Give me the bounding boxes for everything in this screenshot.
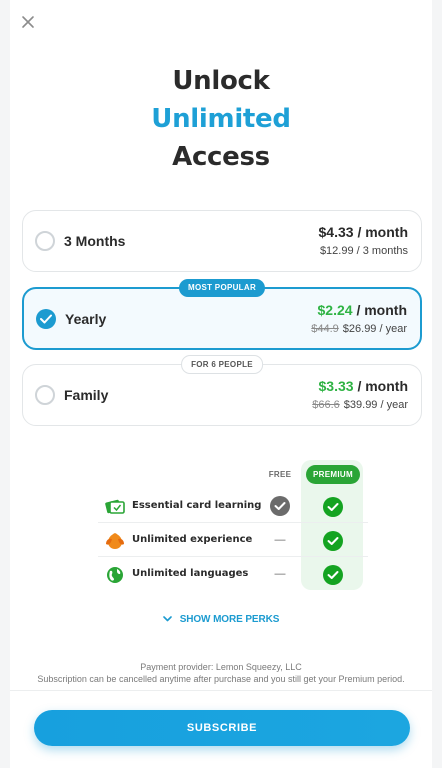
cancellation-note: Subscription can be cancelled anytime af… — [37, 674, 405, 684]
plan-billing: $44.9 $26.99 / year — [311, 322, 407, 336]
close-icon[interactable] — [20, 14, 36, 30]
premium-column-header: PREMIUM — [306, 465, 360, 484]
footer-text: Payment provider: Lemon Squeezy, LLC Sub… — [10, 661, 432, 685]
billing-price: $26.99 / year — [342, 323, 407, 335]
show-more-label: SHOW MORE PERKS — [179, 614, 280, 626]
radio-button[interactable] — [35, 385, 55, 405]
perk-label: Essential card learning — [132, 500, 262, 511]
perks-table: FREE PREMIUM Essential card learning Unl… — [98, 460, 368, 592]
dash: — — [274, 534, 286, 546]
price-period: / month — [352, 302, 407, 318]
leaf-icon — [104, 531, 126, 551]
cards-icon — [104, 497, 126, 517]
premium-check-icon — [323, 531, 343, 551]
plan-billing: $66.6 $39.99 / year — [312, 398, 408, 412]
check-icon — [40, 314, 52, 323]
price-value: $4.33 — [318, 224, 354, 240]
plan-name: 3 Months — [64, 233, 126, 249]
radio-button[interactable] — [35, 231, 55, 251]
title-accent: Unlimited — [151, 104, 291, 134]
chevron-down-icon — [162, 614, 172, 625]
plan-price: $2.24 / month — [318, 301, 407, 319]
price-period: / month — [353, 378, 408, 394]
title-line-1: Unlock — [172, 66, 270, 96]
billing-price: $39.99 / year — [343, 399, 408, 411]
most-popular-badge: MOST POPULAR — [178, 279, 266, 297]
radio-button-checked[interactable] — [36, 308, 56, 329]
free-unavailable: — — [270, 564, 290, 584]
plan-option-family[interactable]: FOR 6 PEOPLE Family $3.33 / month $66.6 $… — [22, 355, 422, 426]
perk-row: Essential card learning — [98, 490, 368, 523]
perk-row: Unlimited experience — — [98, 524, 368, 557]
plan-name: Yearly — [65, 310, 107, 327]
plan-billing: $12.99 / 3 months — [319, 245, 408, 257]
page-title: Unlock Unlimited Access — [10, 62, 432, 176]
show-more-perks-button[interactable]: SHOW MORE PERKS — [10, 614, 432, 625]
perk-label: Unlimited languages — [132, 568, 249, 579]
subscribe-button[interactable]: SUBSCRIBE — [34, 710, 410, 746]
dash: — — [274, 568, 286, 580]
free-check-icon — [270, 496, 290, 516]
perk-row: Unlimited languages — — [98, 558, 368, 591]
old-price: $66.6 — [312, 399, 340, 411]
plan-option-yearly[interactable]: MOST POPULAR Yearly $2.24 / month $44.9 $… — [22, 279, 422, 350]
plan-price: $4.33 / month — [319, 223, 408, 241]
perk-label: Unlimited experience — [132, 534, 253, 545]
premium-check-icon — [323, 565, 343, 585]
family-badge: FOR 6 PEOPLE — [181, 355, 263, 374]
plan-name: Family — [64, 387, 109, 403]
free-unavailable: — — [270, 530, 290, 550]
premium-check-icon — [323, 497, 343, 517]
paywall-sheet: Unlock Unlimited Access 3 Months $4.33 /… — [10, 0, 432, 768]
title-line-3: Access — [172, 142, 270, 172]
price-period: / month — [353, 224, 408, 240]
plan-option-3-months[interactable]: 3 Months $4.33 / month $12.99 / 3 months — [22, 210, 422, 272]
plan-price: $3.33 / month — [319, 377, 408, 395]
payment-provider: Payment provider: Lemon Squeezy, LLC — [140, 662, 302, 672]
divider — [10, 690, 432, 691]
free-column-header: FREE — [268, 470, 292, 479]
price-value: $3.33 — [318, 378, 354, 394]
globe-icon — [104, 565, 126, 585]
old-price: $44.9 — [311, 323, 339, 335]
price-value: $2.24 — [317, 302, 353, 318]
